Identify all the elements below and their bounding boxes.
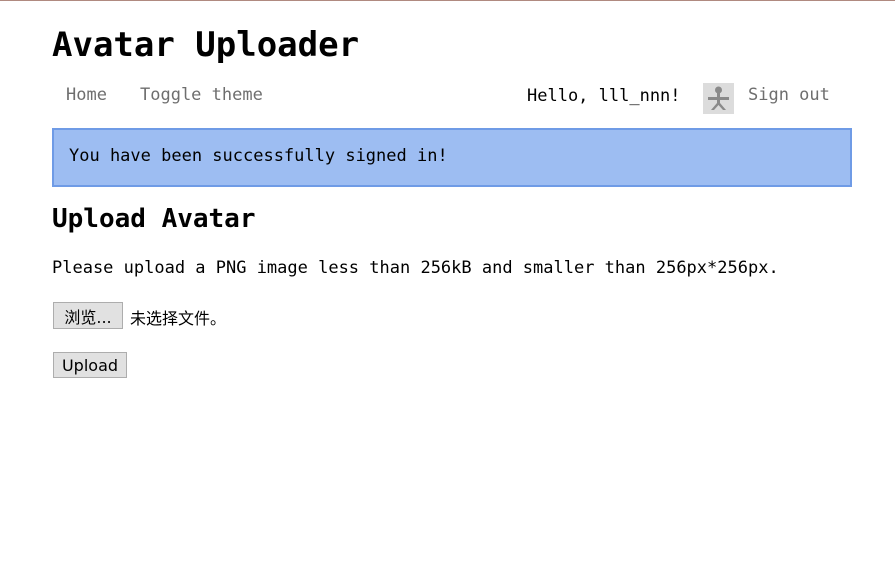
alert-message: You have been successfully signed in! [69, 146, 448, 166]
top-nav: Home Toggle theme Hello, lll_nnn! Sign o… [52, 81, 850, 114]
file-status-text: 未选择文件。 [130, 309, 227, 328]
upload-heading: Upload Avatar [52, 204, 256, 234]
site-title: Avatar Uploader [52, 25, 360, 65]
sign-out-link[interactable]: Sign out [748, 85, 830, 105]
user-greeting: Hello, lll_nnn! [527, 86, 681, 106]
upload-instructions: Please upload a PNG image less than 256k… [52, 258, 779, 278]
nav-home-link[interactable]: Home [66, 85, 107, 105]
avatar [703, 83, 734, 114]
nav-toggle-theme-link[interactable]: Toggle theme [140, 85, 263, 105]
browse-button[interactable]: 浏览... [53, 302, 123, 329]
upload-button[interactable]: Upload [53, 352, 127, 378]
signin-success-alert: You have been successfully signed in! [52, 128, 852, 187]
avatar-figure-icon [703, 83, 734, 114]
